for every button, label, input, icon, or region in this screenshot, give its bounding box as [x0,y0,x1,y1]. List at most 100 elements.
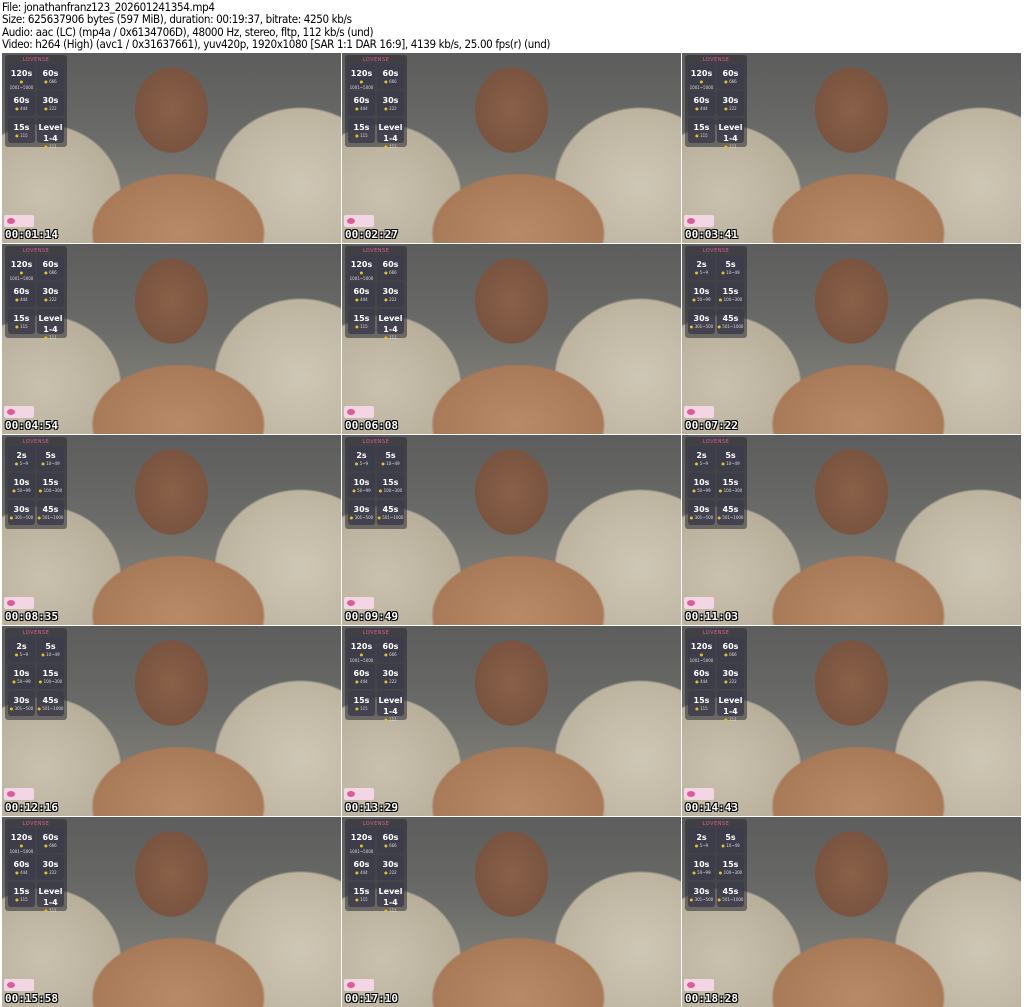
tip-range: 501~1000 [37,706,64,712]
video-thumbnail[interactable]: LOVENSE 120s 1001~5000 60s 666 60s 444 3… [2,244,341,434]
tip-duration: 2s [356,451,367,460]
tip-menu-item: 30s 222 [377,282,404,307]
logo-icon [4,597,34,609]
tip-range: 444 [8,870,35,876]
tip-duration: Level 1-4 [38,123,63,143]
tip-range: 501~1000 [717,515,744,521]
video-thumbnail[interactable]: LOVENSE 2s 5~9 5s 10~49 10s 50~99 15s 10… [2,626,341,816]
video-thumbnail[interactable]: LOVENSE 2s 5~9 5s 10~49 10s 50~99 15s 10… [682,244,1021,434]
tip-menu-item: 60s 444 [348,282,375,307]
tip-duration: 15s [693,123,710,132]
overlay-brand: LOVENSE [702,248,730,254]
video-thumbnail[interactable]: LOVENSE 120s 1001~5000 60s 666 60s 444 3… [2,817,341,1007]
video-thumbnail[interactable]: LOVENSE 2s 5~9 5s 10~49 10s 50~99 15s 10… [682,817,1021,1007]
tip-duration: 15s [353,696,370,705]
tip-duration: 2s [16,451,27,460]
tip-range: 301~500 [8,706,35,712]
tip-duration: 2s [696,833,707,842]
tip-range: 222 [717,106,744,112]
timestamp: 00:06:08 [345,419,398,432]
tip-range: 666 [717,79,744,85]
video-thumbnail[interactable]: LOVENSE 120s 1001~5000 60s 666 60s 444 3… [682,626,1021,816]
tip-duration: 120s [10,833,33,842]
video-thumbnail[interactable]: LOVENSE 120s 1001~5000 60s 666 60s 444 3… [342,626,681,816]
tip-range: 1001~5000 [688,79,715,91]
tip-range: 111 [717,717,744,723]
tip-duration: 30s [722,96,739,105]
tip-menu-overlay: LOVENSE 2s 5~9 5s 10~49 10s 50~99 15s 10… [5,437,67,529]
video-thumbnail[interactable]: LOVENSE 120s 1001~5000 60s 666 60s 444 3… [2,53,341,243]
tip-menu-item: 30s 301~500 [688,882,715,907]
tip-range: 50~99 [8,488,35,494]
tip-menu-item: Level 1-4 111 [377,691,404,722]
video-thumbnail[interactable]: LOVENSE 2s 5~9 5s 10~49 10s 50~99 15s 10… [682,435,1021,625]
tip-range: 1001~5000 [8,79,35,91]
tip-duration: 60s [353,287,370,296]
tip-menu-item: 10s 50~99 [348,473,375,498]
tip-range: 50~99 [348,488,375,494]
tip-menu-item: 120s 1001~5000 [348,637,375,663]
tip-range: 111 [717,144,744,150]
timestamp: 00:13:29 [345,801,398,814]
tip-menu-item: 60s 666 [377,64,404,89]
tip-range: 444 [688,679,715,685]
tip-menu-item: 60s 666 [377,255,404,280]
tip-range: 50~99 [688,488,715,494]
tip-range: 1001~5000 [688,652,715,664]
tip-duration: 45s [722,314,739,323]
video-thumbnail[interactable]: LOVENSE 120s 1001~5000 60s 666 60s 444 3… [342,817,681,1007]
tip-duration: 60s [722,642,739,651]
tip-duration: Level 1-4 [38,887,63,907]
tip-menu-item: 60s 666 [37,255,64,280]
video-thumbnail[interactable]: LOVENSE 2s 5~9 5s 10~49 10s 50~99 15s 10… [342,435,681,625]
tip-duration: 60s [353,860,370,869]
timestamp: 00:12:16 [5,801,58,814]
tip-menu-item: 120s 1001~5000 [348,828,375,854]
tip-duration: 60s [13,860,30,869]
tip-menu-item: 10s 50~99 [8,664,35,689]
logo-icon [4,406,34,418]
tip-range: 111 [377,717,404,723]
tip-duration: 30s [382,669,399,678]
overlay-brand: LOVENSE [22,821,50,827]
tip-duration: 15s [722,478,739,487]
timestamp: 00:18:28 [685,992,738,1005]
tip-menu-item: 60s 666 [717,64,744,89]
tip-range: 111 [377,144,404,150]
tip-menu-item: 120s 1001~5000 [348,255,375,281]
tip-range: 666 [37,270,64,276]
tip-duration: 60s [13,287,30,296]
overlay-brand: LOVENSE [362,57,390,63]
logo-icon [684,215,714,227]
tip-duration: 60s [722,69,739,78]
tip-menu-item: 60s 666 [37,828,64,853]
logo-icon [344,406,374,418]
tip-menu-item: 45s 501~1000 [717,309,744,334]
tip-duration: 2s [696,451,707,460]
tip-duration: 15s [353,314,370,323]
tip-range: 115 [8,324,35,330]
video-thumbnail[interactable]: LOVENSE 120s 1001~5000 60s 666 60s 444 3… [342,53,681,243]
tip-duration: 15s [42,669,59,678]
video-thumbnail[interactable]: LOVENSE 120s 1001~5000 60s 666 60s 444 3… [682,53,1021,243]
tip-range: 5~9 [688,461,715,467]
tip-menu-item: 30s 222 [37,282,64,307]
tip-range: 444 [348,870,375,876]
timestamp: 00:02:27 [345,228,398,241]
tip-duration: 10s [353,478,370,487]
tip-duration: Level 1-4 [378,887,403,907]
overlay-brand: LOVENSE [362,821,390,827]
tip-duration: 5s [385,451,396,460]
video-thumbnail[interactable]: LOVENSE 2s 5~9 5s 10~49 10s 50~99 15s 10… [2,435,341,625]
tip-menu-overlay: LOVENSE 120s 1001~5000 60s 666 60s 444 3… [685,55,747,150]
tip-range: 1001~5000 [348,79,375,91]
tip-duration: 10s [13,478,30,487]
tip-menu-item: 2s 5~9 [688,446,715,471]
tip-range: 1001~5000 [8,843,35,855]
tip-menu-item: 60s 444 [688,91,715,116]
tip-duration: 60s [382,833,399,842]
tip-range: 50~99 [688,870,715,876]
tip-duration: 15s [722,860,739,869]
video-thumbnail[interactable]: LOVENSE 120s 1001~5000 60s 666 60s 444 3… [342,244,681,434]
tip-range: 115 [8,897,35,903]
